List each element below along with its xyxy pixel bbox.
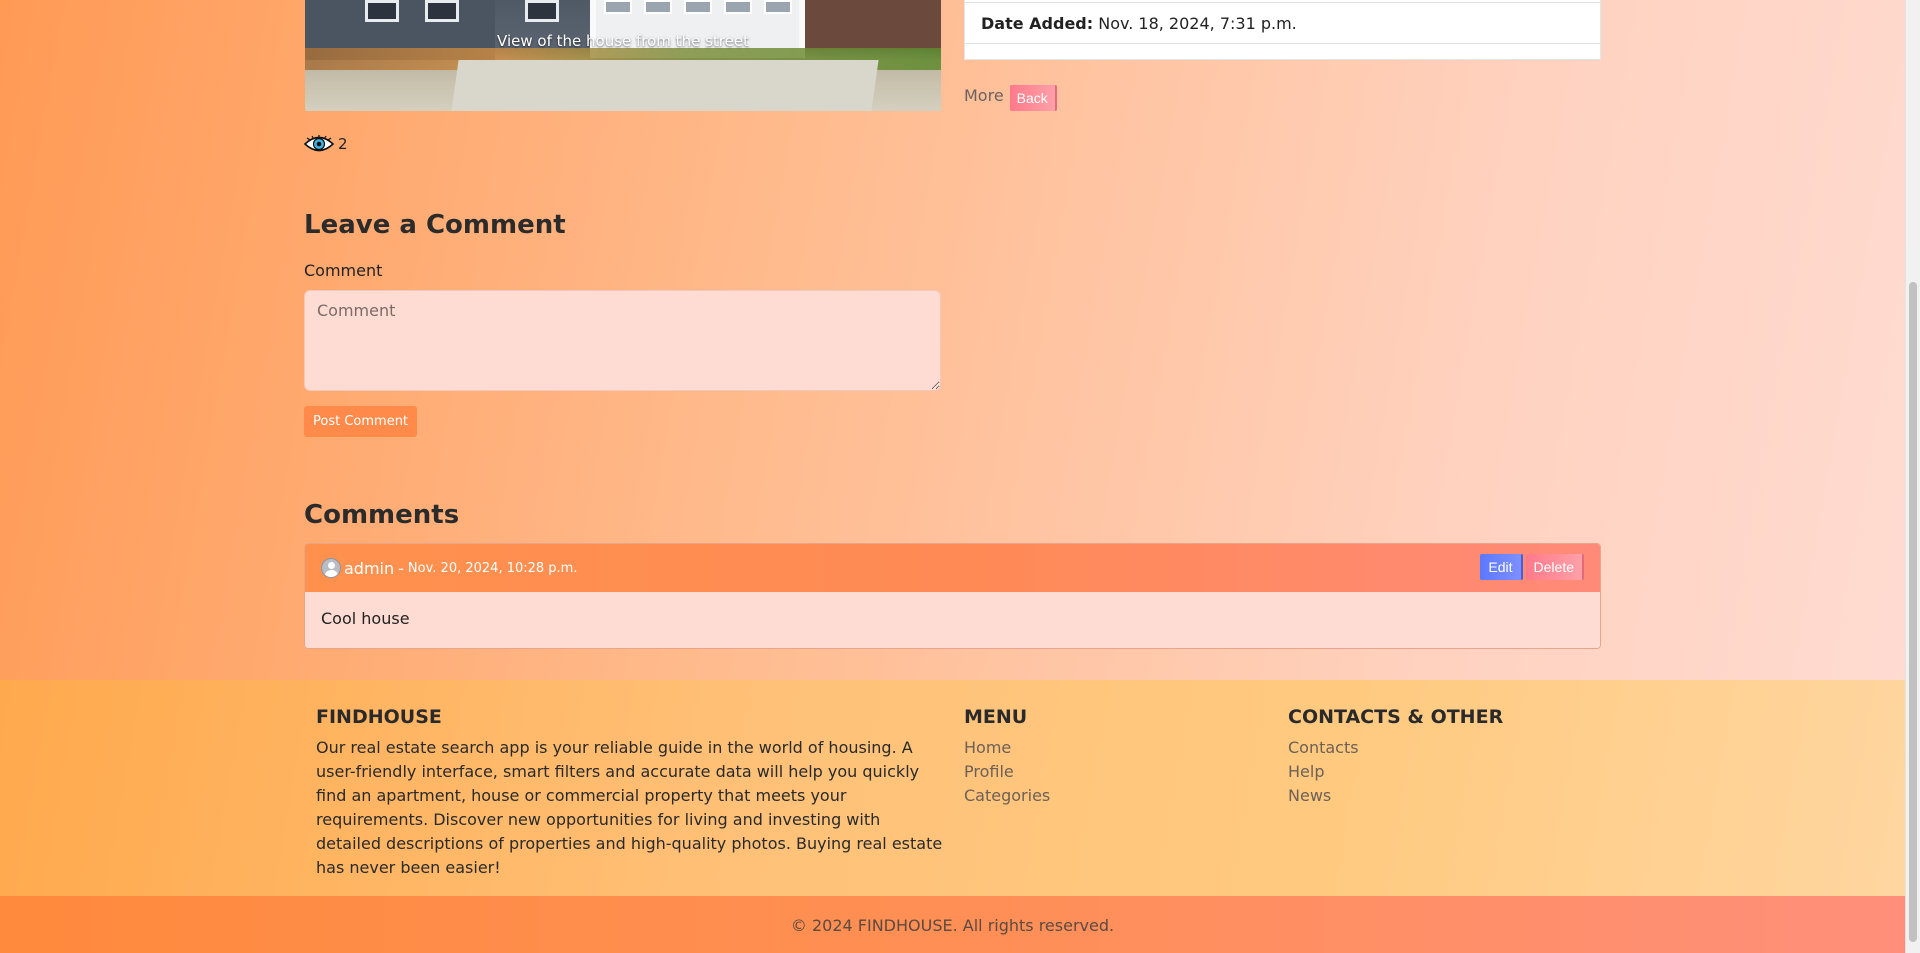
footer-menu-title: MENU [964, 706, 1028, 728]
driveway [451, 60, 879, 111]
date-added-label: Date Added: [981, 14, 1094, 33]
footer-menu: MENU Home Profile Categories [964, 706, 1050, 808]
comment-author: admin [344, 558, 395, 578]
more-label: More [964, 86, 1004, 105]
house-image[interactable]: View of the house from the street [305, 0, 941, 111]
comment-input[interactable] [304, 290, 941, 391]
footer-contacts-title: CONTACTS & OTHER [1288, 706, 1504, 728]
footer-link-home[interactable]: Home [964, 736, 1050, 760]
image-caption: View of the house from the street [497, 32, 749, 50]
views-count: 2 [338, 135, 348, 153]
footer-link-news[interactable]: News [1288, 784, 1503, 808]
footer-link-profile[interactable]: Profile [964, 760, 1050, 784]
scrollbar-thumb[interactable] [1909, 282, 1917, 942]
footer-brand-title: FINDHOUSE [316, 706, 442, 728]
delete-comment-button[interactable]: Delete [1525, 554, 1584, 580]
date-added-value: Nov. 18, 2024, 7:31 p.m. [1098, 14, 1297, 33]
leave-comment-heading: Leave a Comment [304, 210, 566, 240]
page-scrollbar[interactable] [1905, 0, 1920, 953]
edit-comment-button[interactable]: Edit [1480, 554, 1523, 580]
footer-contacts: CONTACTS & OTHER Contacts Help News [1288, 706, 1503, 808]
footer-brand-text: Our real estate search app is your relia… [316, 738, 943, 877]
more-row: More Back [964, 85, 1057, 111]
footer-link-categories[interactable]: Categories [964, 784, 1050, 808]
listing-details-card: Date Added: Nov. 18, 2024, 7:31 p.m. [964, 0, 1601, 60]
comment-header: admin - Nov. 20, 2024, 10:28 p.m. Edit D… [305, 544, 1600, 592]
comment-label: Comment [304, 261, 383, 280]
avatar [321, 558, 341, 578]
comment-actions: Edit Delete [1480, 554, 1584, 580]
comment-card: admin - Nov. 20, 2024, 10:28 p.m. Edit D… [304, 543, 1601, 649]
footer: FINDHOUSE Our real estate search app is … [0, 680, 1905, 896]
comment-separator: - [398, 558, 404, 578]
house-window [425, 0, 459, 22]
views-counter: 2 [304, 135, 348, 153]
copyright: © 2024 FINDHOUSE. All rights reserved. [0, 896, 1905, 953]
main-content: View of the house from the street 2 Date… [0, 0, 1905, 680]
eye-icon [304, 135, 334, 152]
comment-date: Nov. 20, 2024, 10:28 p.m. [407, 560, 578, 576]
house-window [365, 0, 399, 22]
footer-link-help[interactable]: Help [1288, 760, 1503, 784]
back-button[interactable]: Back [1009, 85, 1057, 111]
comment-text: Cool house [305, 592, 1600, 648]
comments-heading: Comments [304, 500, 460, 530]
post-comment-button[interactable]: Post Comment [304, 406, 418, 437]
footer-link-contacts[interactable]: Contacts [1288, 736, 1503, 760]
house-window [525, 0, 559, 22]
date-added-row: Date Added: Nov. 18, 2024, 7:31 p.m. [965, 2, 1600, 44]
footer-about: FINDHOUSE Our real estate search app is … [316, 706, 946, 880]
